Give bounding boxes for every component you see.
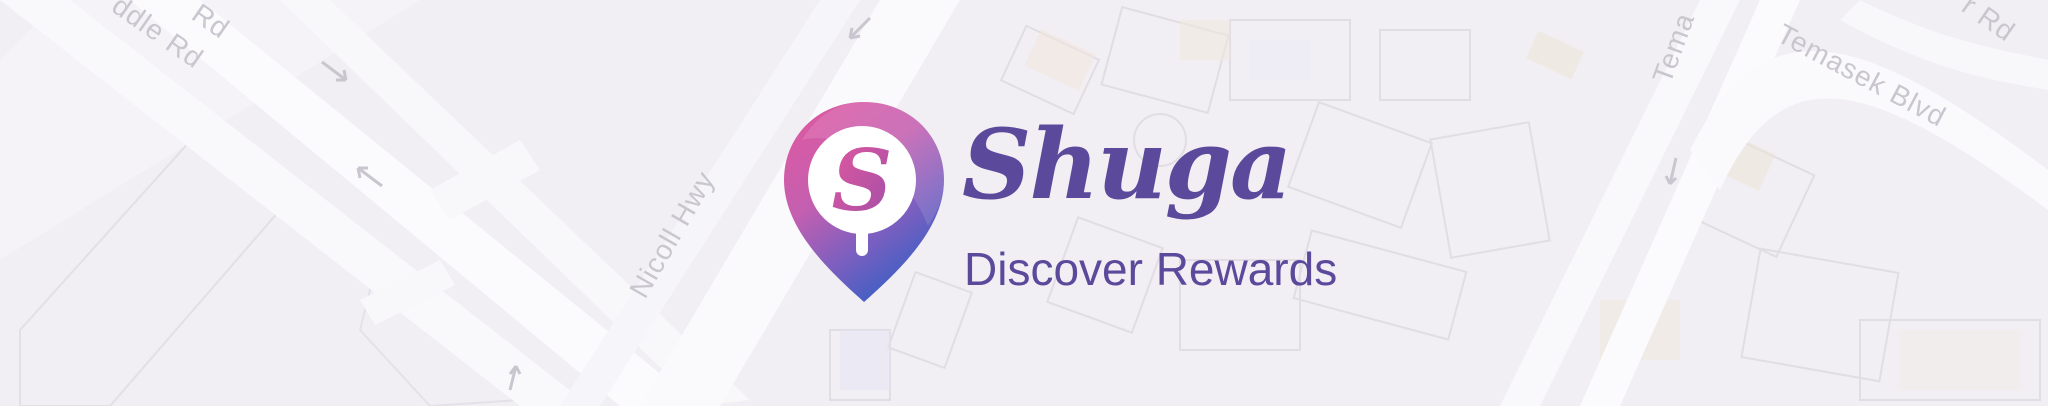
shuga-logo: S Shuga Discover Rewards [782,100,1362,310]
map-pin-s-icon: S [784,102,944,302]
brand-name: Shuga [962,108,1292,221]
tagline: Discover Rewards [964,243,1338,295]
banner: Rd ddle Rd Nicoll Hwy Tema Temasek Blvd … [0,0,2048,406]
svg-text:S: S [832,131,893,230]
